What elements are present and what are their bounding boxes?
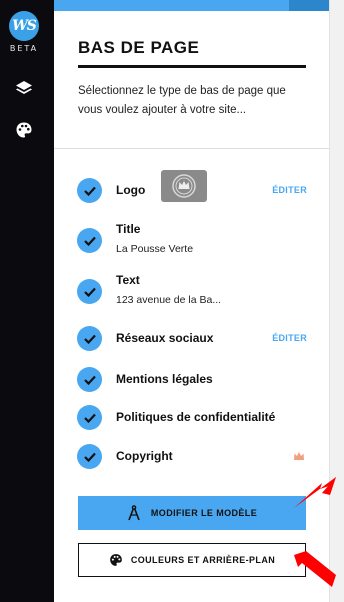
panel-description: Sélectionnez le type de bas de page que … (78, 85, 286, 116)
item-label: Mentions légales (116, 372, 213, 386)
list-item-logo[interactable]: Logo ÉDITER (77, 170, 307, 208)
check-icon[interactable] (77, 228, 102, 253)
palette-icon[interactable] (12, 118, 36, 142)
check-icon[interactable] (77, 279, 102, 304)
compass-icon (128, 505, 140, 521)
check-icon[interactable] (77, 367, 102, 392)
check-icon[interactable] (77, 405, 102, 430)
layers-icon[interactable] (12, 76, 36, 100)
top-accent-bar (54, 0, 329, 11)
scroll-gutter (329, 0, 344, 602)
annotation-arrow-icon (294, 477, 336, 508)
item-label: Logo (116, 183, 146, 197)
item-value: 123 avenue de la Ba... (116, 294, 222, 306)
colors-background-button[interactable]: COULEURS ET ARRIÈRE-PLAN (78, 543, 306, 577)
modify-template-button[interactable]: MODIFIER LE MODÈLE (78, 496, 306, 530)
item-label: Text (116, 273, 140, 287)
list-item-privacy[interactable]: Politiques de confidentialité (77, 405, 307, 435)
section-divider (54, 148, 329, 149)
item-label: Title (116, 222, 141, 236)
list-item-legal[interactable]: Mentions légales (77, 367, 307, 397)
item-label: Copyright (116, 449, 173, 463)
palette-icon (110, 554, 122, 566)
page-title: BAS DE PAGE (78, 38, 200, 57)
item-label: Réseaux sociaux (116, 331, 214, 345)
modify-template-label: MODIFIER LE MODÈLE (150, 508, 258, 518)
beta-badge: BETA (9, 44, 39, 53)
crown-badge-icon (172, 174, 196, 198)
annotation-arrow-icon (294, 551, 336, 587)
list-item-copyright[interactable]: Copyright (77, 444, 307, 474)
check-icon[interactable] (77, 178, 102, 203)
list-item-social[interactable]: Réseaux sociaux ÉDITER (77, 326, 307, 356)
ws-logo[interactable]: WS (9, 11, 39, 41)
item-value: La Pousse Verte (116, 243, 194, 255)
left-rail: WS BETA (0, 0, 54, 602)
list-item-title[interactable]: Title La Pousse Verte (77, 222, 307, 256)
edit-social-link[interactable]: ÉDITER (272, 333, 307, 343)
edit-logo-link[interactable]: ÉDITER (272, 185, 307, 195)
colors-background-label: COULEURS ET ARRIÈRE-PLAN (130, 555, 276, 565)
item-label: Politiques de confidentialité (116, 410, 276, 424)
ws-logo-text: WS (12, 18, 37, 34)
logo-preview-image (161, 170, 207, 202)
crown-icon (294, 452, 304, 460)
check-icon[interactable] (77, 326, 102, 351)
list-item-text[interactable]: Text 123 avenue de la Ba... (77, 273, 307, 307)
check-icon[interactable] (77, 444, 102, 469)
title-underline (78, 65, 306, 68)
